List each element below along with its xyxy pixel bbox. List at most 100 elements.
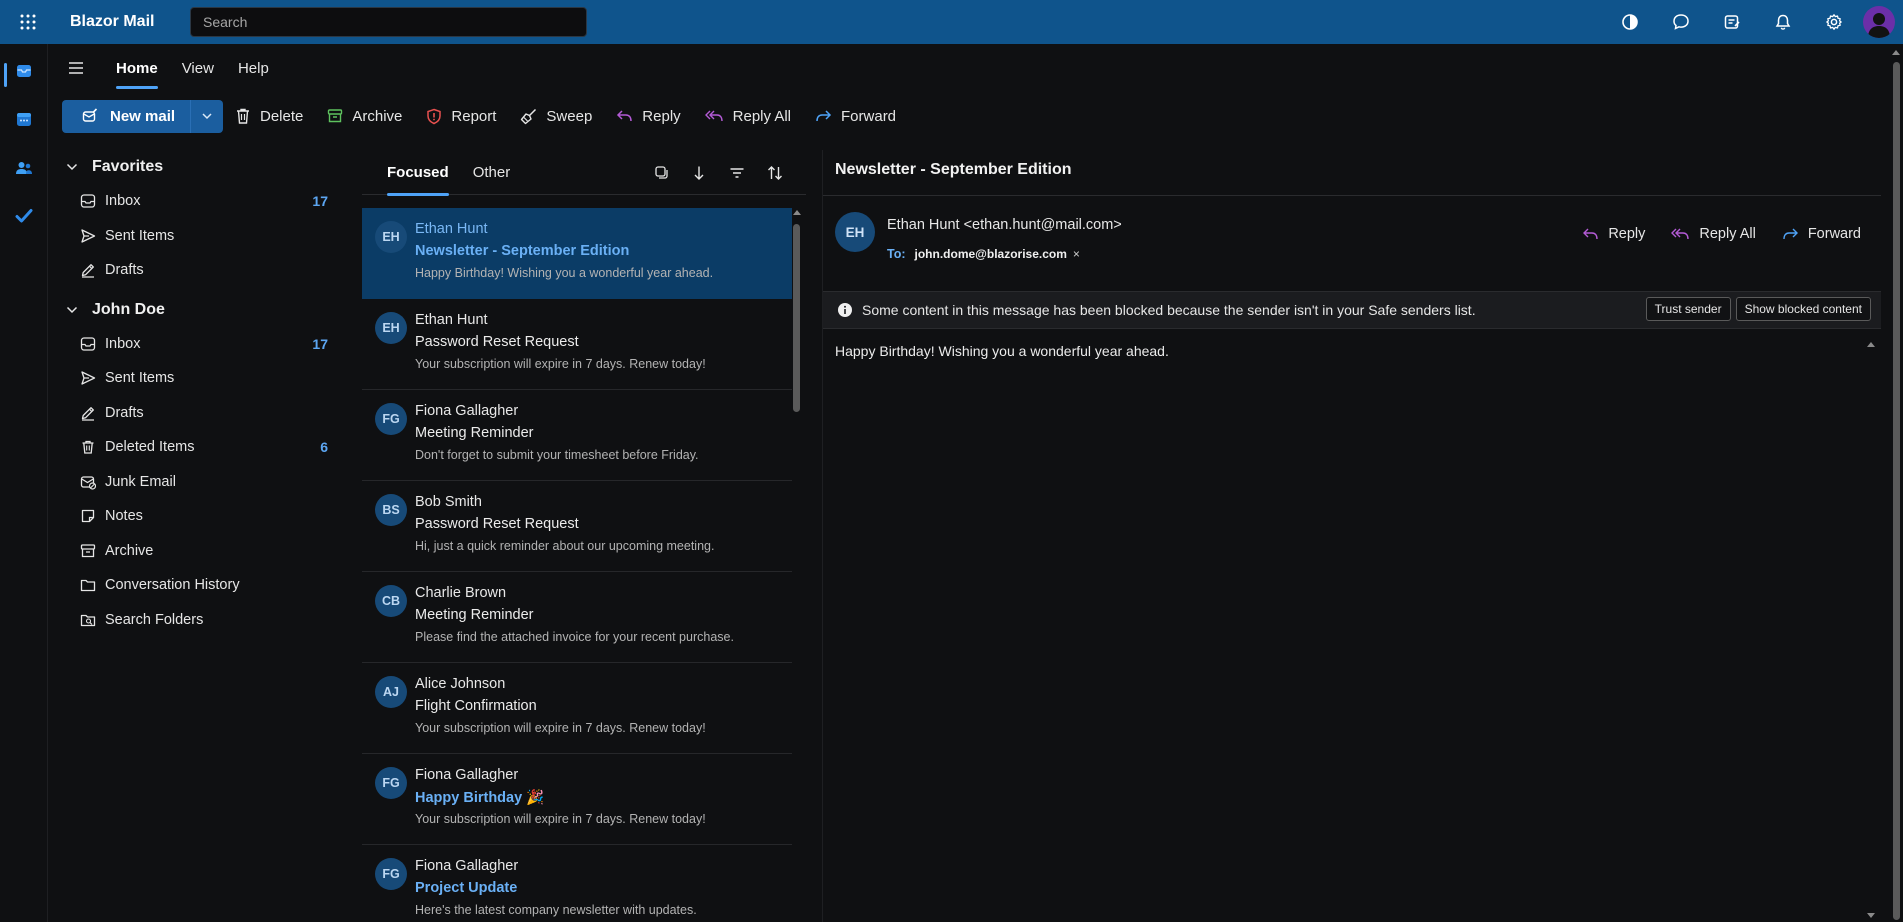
sweep-button[interactable]: Sweep [508,100,604,133]
favorites-header[interactable]: Favorites [48,150,348,184]
sort-icon[interactable] [756,150,794,195]
message-row[interactable]: FG Fiona Gallagher Meeting Reminder Don'… [362,390,792,481]
jump-to-icon[interactable] [680,150,718,195]
message-row[interactable]: BS Bob Smith Password Reset Request Hi, … [362,481,792,572]
message-row[interactable]: EH Ethan Hunt Password Reset Request You… [362,299,792,390]
report-button[interactable]: Report [414,100,508,133]
forward-label: Forward [1807,226,1861,242]
favorites-inbox[interactable]: Inbox 17 [48,184,348,219]
chat-icon[interactable] [1655,0,1706,44]
rail-active-indicator [4,63,7,87]
tab-focused[interactable]: Focused [362,150,461,196]
reply-button[interactable]: Reply [604,100,692,133]
gear-icon[interactable] [1808,0,1859,44]
folder-label: Conversation History [105,577,240,594]
account-conversation-history[interactable]: Conversation History [48,568,348,603]
delete-button[interactable]: Delete [223,100,315,133]
tab-view[interactable]: View [170,44,226,92]
unread-count: 6 [320,439,328,456]
reading-pane: Newsletter - September Edition EH Ethan … [822,150,1882,922]
hamburger-menu-icon[interactable] [48,44,104,92]
show-blocked-content-button[interactable]: Show blocked content [1735,297,1871,321]
unread-count: 17 [312,335,328,352]
tab-help[interactable]: Help [226,44,281,92]
forward-button[interactable]: Forward [1769,220,1874,248]
sender-avatar: EH [375,312,407,344]
account-sent-items[interactable]: Sent Items [48,361,348,396]
folder-label: Archive [105,542,154,559]
scrollbar-thumb[interactable] [793,224,800,412]
reading-scrollbar[interactable] [1866,342,1876,920]
account-junk-email[interactable]: Junk Email [48,465,348,500]
account-inbox[interactable]: Inbox 17 [48,327,348,362]
new-mail-main[interactable]: New mail [62,100,190,133]
scroll-up-arrow[interactable] [1867,342,1875,347]
scroll-up-arrow[interactable] [793,210,801,215]
new-mail-label: New mail [110,107,176,125]
sender-name: Bob Smith [415,494,482,510]
rail-calendar[interactable] [0,99,48,139]
search-input[interactable] [190,7,587,37]
bell-icon[interactable] [1757,0,1808,44]
scrollbar-thumb[interactable] [1893,62,1900,920]
junk-mail-icon [80,474,105,490]
remove-recipient-icon[interactable]: × [1073,247,1080,261]
message-list-scrollbar[interactable] [790,208,802,922]
message-row[interactable]: CB Charlie Brown Meeting Reminder Please… [362,572,792,663]
message-row[interactable]: AJ Alice Johnson Flight Confirmation You… [362,663,792,754]
profile-avatar[interactable] [1863,6,1895,38]
folder-label: Inbox [105,335,141,352]
message-row[interactable]: FG Fiona Gallagher Happy Birthday 🎉 Your… [362,754,792,845]
trash-icon [80,439,105,455]
account-drafts[interactable]: Drafts [48,396,348,431]
rail-mail[interactable] [0,51,48,91]
tab-home[interactable]: Home [104,44,170,92]
reply-all-button[interactable]: Reply All [693,100,803,133]
favorites-sent-items[interactable]: Sent Items [48,219,348,254]
filter-icon[interactable] [718,150,756,195]
select-mode-icon[interactable] [642,150,680,195]
message-row[interactable]: EH Ethan Hunt Newsletter - September Edi… [362,208,792,299]
folder-pane: Favorites Inbox 17 Sent Items Drafts Joh… [48,150,348,637]
scroll-up-arrow[interactable] [1892,50,1900,55]
account-deleted-items[interactable]: Deleted Items 6 [48,430,348,465]
account-search-folders[interactable]: Search Folders [48,603,348,638]
message-preview: Your subscription will expire in 7 days.… [415,357,706,371]
rail-people[interactable] [0,148,48,188]
reply-all-button[interactable]: Reply All [1658,220,1768,248]
sender-avatar: FG [375,858,407,890]
archive-button[interactable]: Archive [315,100,414,133]
account-archive[interactable]: Archive [48,534,348,569]
tab-other[interactable]: Other [461,150,523,195]
favorites-drafts[interactable]: Drafts [48,253,348,288]
forward-button[interactable]: Forward [803,100,908,133]
unread-count: 17 [312,193,328,210]
notes-icon[interactable] [1706,0,1757,44]
trust-sender-button[interactable]: Trust sender [1645,297,1731,321]
rail-todo[interactable] [0,196,48,236]
delete-label: Delete [260,107,304,125]
message-preview: Your subscription will expire in 7 days.… [415,812,706,826]
message-row[interactable]: FG Fiona Gallagher Project Update Here's… [362,845,792,922]
sender-address[interactable]: Ethan Hunt <ethan.hunt@mail.com> [887,217,1122,233]
sender-name: Alice Johnson [415,676,506,692]
folder-icon [80,577,105,593]
contrast-icon[interactable] [1604,0,1655,44]
folder-label: Sent Items [105,227,175,244]
ribbon-tabs: Home View Help [48,44,1868,92]
reply-all-label: Reply All [732,107,792,125]
message-subject: Flight Confirmation [415,698,537,714]
page-scrollbar[interactable] [1890,44,1903,922]
reply-all-label: Reply All [1699,226,1756,242]
new-mail-dropdown[interactable] [190,99,223,133]
scroll-down-arrow[interactable] [1867,913,1875,918]
app-launcher-icon[interactable] [0,0,56,44]
reply-button[interactable]: Reply [1569,220,1658,248]
inbox-icon [80,336,105,352]
folder-label: Drafts [105,404,144,421]
pencil-icon [80,405,105,421]
recipient-address[interactable]: john.dome@blazorise.com [915,247,1067,261]
account-notes[interactable]: Notes [48,499,348,534]
message-preview: Don't forget to submit your timesheet be… [415,448,699,462]
account-header[interactable]: John Doe [48,293,348,327]
